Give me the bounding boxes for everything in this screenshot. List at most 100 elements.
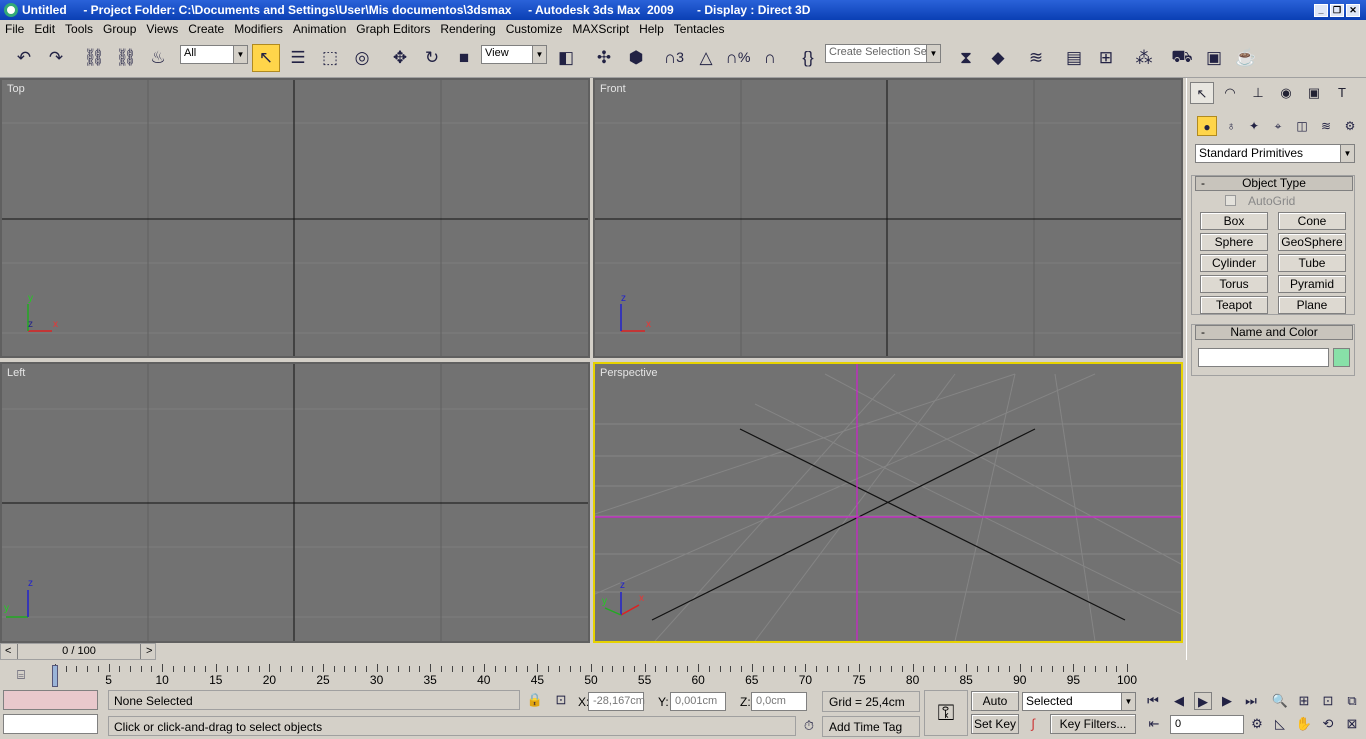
named-selection-set-dropdown[interactable]: Create Selection Set ▼	[825, 44, 941, 63]
zoom-extents-icon[interactable]: ⊡	[1319, 692, 1337, 710]
object-name-field[interactable]	[1198, 348, 1329, 367]
time-configuration-icon[interactable]: ⚙	[1248, 715, 1266, 733]
torus-button[interactable]: Torus	[1200, 275, 1268, 293]
keyboard-shortcut-override-icon[interactable]: ⬢	[622, 44, 650, 72]
angle-snap-icon[interactable]: △	[692, 44, 720, 72]
pivot-center-icon[interactable]: ◧	[552, 44, 580, 72]
object-category-dropdown[interactable]: Standard Primitives ▼	[1195, 144, 1355, 163]
bind-space-warp-icon[interactable]: ♨	[144, 44, 172, 72]
timeline-ruler[interactable]: 0510152025303540455055606570758085909510…	[0, 660, 1150, 688]
pan-view-icon[interactable]: ✋	[1295, 715, 1313, 733]
space-warps-icon[interactable]: ≋	[1316, 116, 1336, 136]
viewport-front-label[interactable]: Front	[600, 83, 626, 95]
next-frame-icon[interactable]: ▶	[1218, 692, 1236, 710]
object-type-rollout-header[interactable]: - Object Type	[1195, 176, 1353, 191]
edit-named-selection-icon[interactable]: {}	[794, 44, 822, 72]
select-object-icon[interactable]: ↖	[252, 44, 280, 72]
autogrid-checkbox[interactable]	[1225, 195, 1236, 206]
material-editor-icon[interactable]: ⁂	[1130, 44, 1158, 72]
geosphere-button[interactable]: GeoSphere	[1278, 233, 1346, 251]
go-to-start-icon[interactable]: ⏮	[1144, 692, 1162, 710]
redo-icon[interactable]: ↷	[42, 44, 70, 72]
cameras-icon[interactable]: ⌖	[1268, 116, 1288, 136]
default-tangent-icon[interactable]: ∫	[1024, 715, 1042, 733]
viewport-top[interactable]: Top y x z	[0, 78, 590, 358]
teapot-button[interactable]: Teapot	[1200, 296, 1268, 314]
manipulate-icon[interactable]: ✣	[590, 44, 618, 72]
menu-group[interactable]: Group	[98, 22, 141, 36]
unlink-icon[interactable]: ⛓	[112, 44, 140, 72]
zoom-extents-all-icon[interactable]: ⧉	[1343, 692, 1361, 710]
viewport-front[interactable]: Front z x	[593, 78, 1183, 358]
menu-tentacles[interactable]: Tentacles	[669, 22, 730, 36]
quick-render-icon[interactable]: ☕	[1232, 44, 1260, 72]
go-to-end-icon[interactable]: ⏭	[1242, 692, 1260, 710]
lights-icon[interactable]: ✦	[1244, 116, 1264, 136]
menu-tools[interactable]: Tools	[60, 22, 98, 36]
viewport-perspective[interactable]: Perspective z x y	[593, 362, 1183, 643]
set-key-icon[interactable]: ⚿	[924, 690, 968, 736]
rotate-icon[interactable]: ↻	[418, 44, 446, 72]
z-coordinate-field[interactable]: 0,0cm	[751, 692, 807, 711]
move-icon[interactable]: ✥	[386, 44, 414, 72]
pyramid-button[interactable]: Pyramid	[1278, 275, 1346, 293]
close-button[interactable]: ✕	[1346, 3, 1360, 17]
systems-icon[interactable]: ⚙	[1340, 116, 1360, 136]
object-color-swatch[interactable]	[1333, 348, 1350, 367]
render-setup-icon[interactable]: ⛟	[1168, 44, 1196, 72]
viewport-left-label[interactable]: Left	[7, 367, 25, 379]
create-tab-icon[interactable]: ↖	[1190, 82, 1214, 104]
time-slider-next[interactable]: >	[146, 645, 152, 657]
auto-key-button[interactable]: Auto Key	[971, 691, 1019, 726]
utilities-tab-icon[interactable]: T	[1330, 82, 1354, 104]
key-mode-toggle-icon[interactable]: ⇤	[1145, 715, 1163, 733]
menu-animation[interactable]: Animation	[288, 22, 351, 36]
mirror-icon[interactable]: ⧗	[952, 44, 980, 72]
zoom-all-icon[interactable]: ⊞	[1295, 692, 1313, 710]
lock-icon[interactable]: 🔒	[526, 691, 544, 709]
window-crossing-icon[interactable]: ◎	[348, 44, 376, 72]
zoom-icon[interactable]: 🔍	[1271, 692, 1289, 710]
helpers-icon[interactable]: ◫	[1292, 116, 1312, 136]
box-button[interactable]: Box	[1200, 212, 1268, 230]
tube-button[interactable]: Tube	[1278, 254, 1346, 272]
minimize-button[interactable]: _	[1314, 3, 1328, 17]
previous-frame-icon[interactable]: ◀	[1170, 692, 1188, 710]
cone-button[interactable]: Cone	[1278, 212, 1346, 230]
add-time-tag[interactable]: Add Time Tag	[822, 716, 920, 737]
app-icon[interactable]	[4, 3, 18, 17]
selection-filter-dropdown[interactable]: All ▼	[180, 45, 248, 64]
display-tab-icon[interactable]: ▣	[1302, 82, 1326, 104]
maxscript-listener-pink[interactable]	[3, 690, 98, 710]
y-coordinate-field[interactable]: 0,001cm	[670, 692, 726, 711]
name-color-rollout-header[interactable]: - Name and Color	[1195, 325, 1353, 340]
cylinder-button[interactable]: Cylinder	[1200, 254, 1268, 272]
menu-help[interactable]: Help	[634, 22, 669, 36]
scale-icon[interactable]: ■	[450, 44, 478, 72]
align-icon[interactable]: ◆	[984, 44, 1012, 72]
snaps-toggle-icon[interactable]: ∩ 3	[660, 44, 688, 72]
restore-button[interactable]: ❐	[1330, 3, 1344, 17]
key-filters-button[interactable]: Key Filters...	[1050, 714, 1136, 734]
shapes-icon[interactable]: ♁	[1221, 116, 1241, 136]
menu-create[interactable]: Create	[183, 22, 229, 36]
curve-editor-icon[interactable]: ▤	[1060, 44, 1088, 72]
schematic-view-icon[interactable]: ⊞	[1092, 44, 1120, 72]
select-by-name-icon[interactable]: ☰	[284, 44, 312, 72]
set-key-button[interactable]: Set Key	[971, 714, 1019, 734]
undo-icon[interactable]: ↶	[10, 44, 38, 72]
motion-tab-icon[interactable]: ◉	[1274, 82, 1298, 104]
rendered-frame-window-icon[interactable]: ▣	[1200, 44, 1228, 72]
viewport-perspective-label[interactable]: Perspective	[600, 367, 657, 379]
percent-snap-icon[interactable]: ∩%	[724, 44, 752, 72]
menu-views[interactable]: Views	[141, 22, 183, 36]
key-mode-dropdown[interactable]: Selected ▼	[1022, 692, 1136, 711]
spinner-snap-icon[interactable]: ∩	[756, 44, 784, 72]
x-coordinate-field[interactable]: -28,167cm	[588, 692, 645, 711]
menu-modifiers[interactable]: Modifiers	[229, 22, 288, 36]
current-frame-field[interactable]: 0	[1170, 715, 1244, 734]
rectangular-selection-icon[interactable]: ⬚	[316, 44, 344, 72]
menu-file[interactable]: File	[0, 22, 29, 36]
timeline-cursor[interactable]	[52, 665, 58, 687]
viewport-top-label[interactable]: Top	[7, 83, 25, 95]
